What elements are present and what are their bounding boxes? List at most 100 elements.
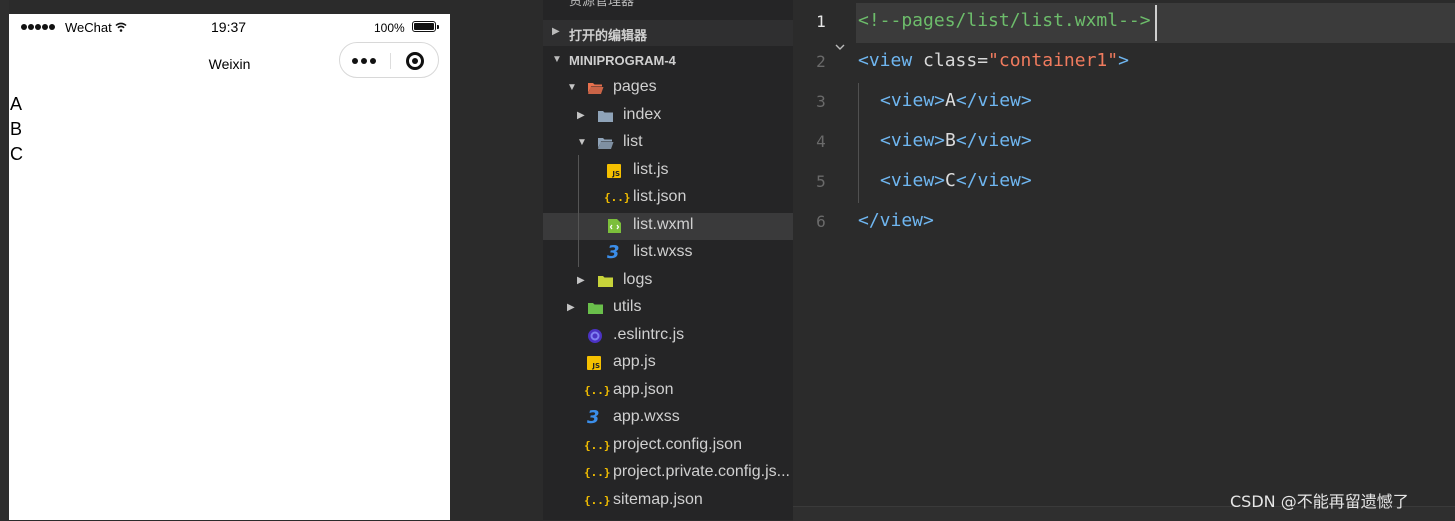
tree-item-list-json[interactable]: {..} list.json: [543, 185, 793, 212]
status-time: 19:37: [211, 19, 247, 35]
code-line-2: <view class="container1">: [858, 50, 1129, 71]
code-attr: class=: [912, 50, 989, 71]
tree-item-list[interactable]: ▼ list: [543, 130, 793, 157]
tree-item-label: list.wxml: [633, 215, 694, 233]
page-content: A B C: [9, 92, 23, 167]
capsule-divider: [390, 53, 391, 69]
tree-item-label: list: [623, 133, 643, 150]
code-line-3: <view>A</view>: [880, 90, 1032, 111]
chevron-down-icon[interactable]: ▼: [567, 82, 577, 93]
tree-item-label: project.private.config.js...: [613, 463, 790, 480]
tree-item-label: logs: [623, 270, 653, 288]
navigation-bar: Weixin: [9, 42, 450, 86]
file-explorer: 资源管理器 ▶ 打开的编辑器 ▼ MINIPROGRAM-4 ▼ pages ▶ in…: [543, 0, 793, 520]
indent-guide: [578, 155, 579, 267]
code-string: "container1": [988, 50, 1119, 71]
code-line-1: <!--pages/list/list.wxml-->: [858, 10, 1151, 31]
battery-full-icon: [412, 21, 439, 32]
status-bar: WeChat 19:37 100%: [9, 14, 450, 42]
page-item: B: [10, 119, 23, 139]
folder-icon: [597, 273, 614, 289]
tree-item-project-private-config-js[interactable]: {..} project.private.config.js...: [543, 460, 793, 487]
json-file-icon: {..}: [584, 383, 611, 397]
folder-open-icon: [597, 135, 614, 151]
chevron-right-icon[interactable]: ▶: [577, 110, 585, 121]
code-line-5: <view>C</view>: [880, 170, 1032, 191]
code-comment: <!--pages/list/list.wxml-->: [858, 10, 1151, 31]
javascript-file-icon: JS: [607, 163, 621, 178]
code-text: B: [945, 130, 956, 151]
code-tag: <view>: [880, 170, 946, 191]
tree-item-label: pages: [613, 78, 657, 95]
line-number: 3: [816, 92, 826, 111]
signal-dots-icon: [21, 24, 55, 30]
json-file-icon: {..}: [584, 466, 611, 479]
json-file-icon: {..}: [604, 191, 631, 204]
left-panel-edge: [0, 0, 9, 520]
tree-item-app-json[interactable]: {..} app.json: [543, 378, 793, 405]
page-item: C: [10, 144, 23, 164]
tree-item-project-config-json[interactable]: {..} project.config.json: [543, 433, 793, 460]
tree-item-label: list.wxss: [633, 243, 693, 260]
chevron-down-icon: ▼: [552, 54, 562, 65]
json-file-icon: {..}: [584, 438, 611, 452]
folder-open-icon: [587, 80, 604, 96]
wxml-file-icon: [607, 218, 624, 234]
project-label: MINIPROGRAM-4: [569, 53, 676, 68]
tree-item-index[interactable]: ▶ index: [543, 103, 793, 130]
chevron-right-icon[interactable]: ▶: [567, 302, 575, 313]
line-number: 5: [816, 172, 826, 191]
code-line-4: <view>B</view>: [880, 130, 1032, 151]
tree-item-app-wxss[interactable]: 3 app.wxss: [543, 405, 793, 432]
css-file-icon: 3: [607, 242, 620, 263]
simulator-screen: WeChat 19:37 100% Weixin A B C: [9, 14, 450, 520]
tree-item-label: .eslintrc.js: [613, 325, 685, 343]
tree-item-label: sitemap.json: [613, 490, 703, 508]
chevron-right-icon: ▶: [552, 26, 560, 37]
more-dots-icon[interactable]: [352, 54, 382, 68]
code-tag: <view: [858, 50, 913, 71]
project-section[interactable]: ▼ MINIPROGRAM-4: [543, 48, 793, 74]
tree-item-logs[interactable]: ▶ logs: [543, 268, 793, 295]
folder-icon: [587, 300, 604, 316]
code-text: C: [945, 170, 956, 191]
code-tag: <view>: [880, 130, 946, 151]
tree-item-label: list.js: [633, 160, 669, 178]
tree-item-sitemap-json[interactable]: {..} sitemap.json: [543, 488, 793, 515]
tree-item-app-js[interactable]: JS app.js: [543, 350, 793, 377]
indent-guide-editor: [858, 83, 859, 203]
tree-item-label: app.json: [613, 380, 674, 398]
line-number: 2: [816, 52, 826, 71]
tree-item-label: index: [623, 105, 662, 123]
tree-item-list-js[interactable]: JS list.js: [543, 158, 793, 185]
carrier-label: WeChat: [65, 20, 112, 35]
fold-chevron-icon[interactable]: [835, 42, 845, 52]
tree-item-label: project.config.json: [613, 435, 742, 453]
code-line-6: </view>: [858, 210, 934, 231]
open-editors-section[interactable]: ▶ 打开的编辑器: [543, 20, 793, 46]
tree-item-pages[interactable]: ▼ pages: [543, 75, 793, 102]
record-close-icon[interactable]: [406, 52, 424, 70]
line-number: 4: [816, 132, 826, 151]
tree-item-list-wxss[interactable]: 3 list.wxss: [543, 240, 793, 267]
code-editor[interactable]: 1 2 3 4 5 6 <!--pages/list/list.wxml--> …: [793, 0, 1455, 521]
eslint-icon: [587, 328, 604, 344]
explorer-title: 资源管理器: [569, 0, 635, 8]
css-file-icon: 3: [587, 407, 600, 428]
page-item: A: [10, 94, 23, 114]
tree-item-utils[interactable]: ▶ utils: [543, 295, 793, 322]
watermark: CSDN @不能再留遗憾了: [1230, 492, 1409, 511]
code-tag: </view>: [955, 90, 1032, 111]
open-editors-label: 打开的编辑器: [569, 28, 648, 43]
tree-item-label: list.json: [633, 188, 687, 205]
javascript-file-icon: JS: [587, 356, 601, 370]
chevron-down-icon[interactable]: ▼: [577, 137, 587, 148]
battery-percent: 100%: [374, 21, 405, 35]
tree-item-list-wxml[interactable]: list.wxml: [543, 212, 793, 240]
tree-item-eslintrc-js[interactable]: .eslintrc.js: [543, 323, 793, 350]
menu-capsule: [339, 42, 439, 78]
code-tag: </view>: [955, 130, 1032, 151]
code-tag: >: [1118, 50, 1129, 71]
chevron-right-icon[interactable]: ▶: [577, 275, 585, 286]
folder-icon: [597, 108, 614, 124]
